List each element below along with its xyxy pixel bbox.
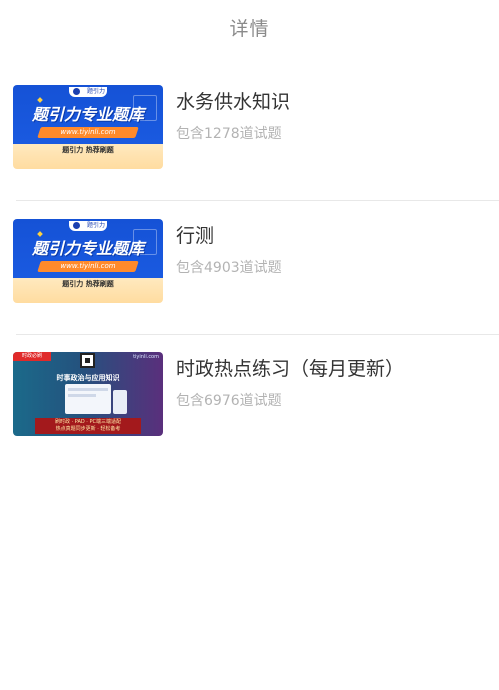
thumbnail-url: www.tiyinli.com [60,262,116,270]
logo-text: 题引力 [87,222,106,229]
logo-icon [73,88,80,95]
banner-line-1: 刷时政 · PAD · PC端三端适配 [54,419,121,425]
thumbnail-headline: 题引力专业题库 [31,239,144,258]
top-header: 详情 [0,0,499,56]
item-name: 水务供水知识 [176,91,291,113]
logo: 题引力 [69,87,107,97]
qr-code-icon [80,353,95,368]
course-thumbnail: 时政必刷 tiyinli.com 时事政治与应用知识 刷时政 · PAD · P… [13,352,163,436]
list-item[interactable]: 题引力 题引力专业题库 www.tiyinli.com 题引力 热荐刷题 行测 … [0,201,499,335]
page-title: 详情 [229,18,270,40]
course-thumbnail: 题引力 题引力专业题库 www.tiyinli.com 题引力 热荐刷题 [13,219,163,303]
item-count: 包含6976道试题 [176,393,282,409]
banner-line-2: 热点真题同步更新 · 轻松备考 [55,426,121,432]
item-info: 时政热点练习（每月更新） 包含6976道试题 [176,356,489,410]
thumbnail-site: tiyinli.com [133,354,159,360]
list-item[interactable]: 题引力 题引力专业题库 www.tiyinli.com 题引力 热荐刷题 水务供… [0,67,499,201]
tablet-icon [113,390,127,414]
thumbnail-tag: 时政必刷 [13,352,51,361]
item-name: 时政热点练习（每月更新） [176,358,405,380]
logo: 题引力 [69,221,107,231]
thumbnail-url: www.tiyinli.com [60,128,116,136]
thumbnail-banner: 刷时政 · PAD · PC端三端适配 热点真题同步更新 · 轻松备考 [35,418,141,434]
thumbnail-headline: 时事政治与应用知识 [56,374,120,382]
monitor-icon [65,384,111,414]
thumbnail-subtitle: 题引力 热荐刷题 [62,146,114,154]
thumbnail-headline: 题引力专业题库 [31,105,144,124]
item-info: 行测 包含4903道试题 [176,223,489,277]
course-thumbnail: 题引力 题引力专业题库 www.tiyinli.com 题引力 热荐刷题 [13,85,163,169]
item-info: 水务供水知识 包含1278道试题 [176,89,489,143]
list-item[interactable]: 时政必刷 tiyinli.com 时事政治与应用知识 刷时政 · PAD · P… [0,334,499,468]
item-name: 行测 [176,225,215,247]
logo-icon [73,222,80,229]
thumbnail-subtitle: 题引力 热荐刷题 [62,280,114,288]
item-count: 包含4903道试题 [176,260,282,276]
logo-text: 题引力 [87,88,106,95]
item-count: 包含1278道试题 [176,126,282,142]
